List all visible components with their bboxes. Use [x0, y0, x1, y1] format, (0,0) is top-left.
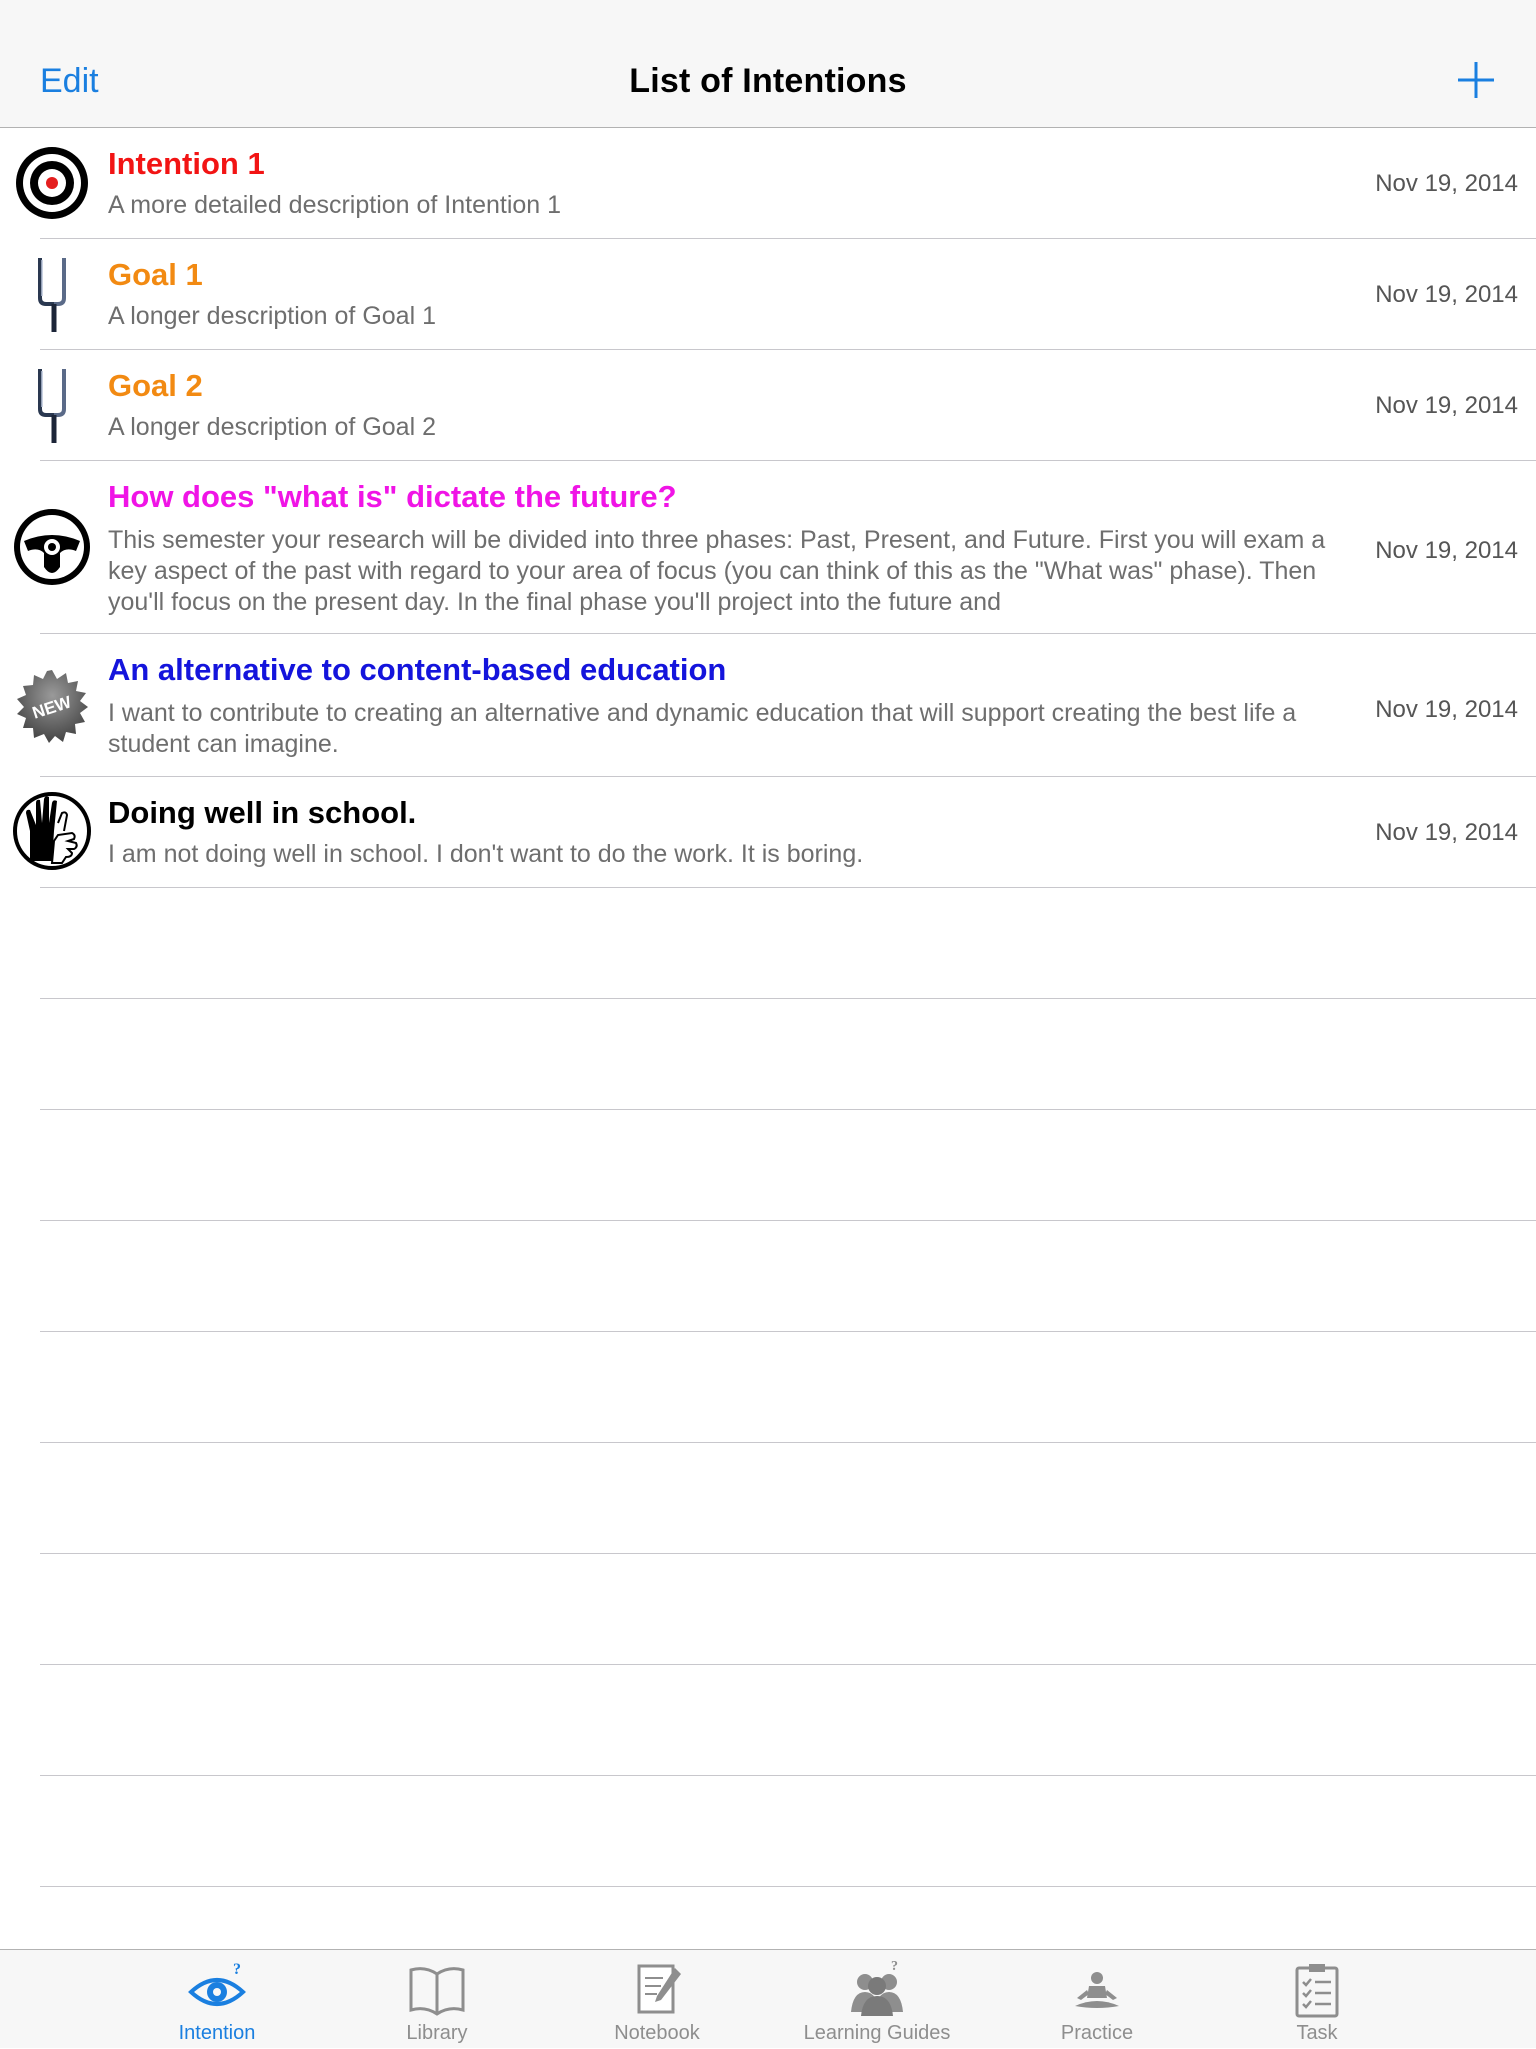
tab-library[interactable]: Library: [327, 1950, 547, 2049]
empty-row: [40, 1776, 1536, 1887]
empty-row: [40, 1332, 1536, 1443]
intention-date: Nov 19, 2014: [1375, 696, 1518, 723]
list-item[interactable]: Goal 2 A longer description of Goal 2 No…: [0, 350, 1536, 461]
page-title: List of Intentions: [629, 62, 907, 100]
intention-date: Nov 19, 2014: [1375, 170, 1518, 197]
open-book-icon: [409, 1967, 465, 2016]
svg-text:?: ?: [891, 1960, 898, 1974]
notebook-pencil-icon: [637, 1964, 681, 2014]
intention-title: Intention 1: [108, 146, 265, 181]
tab-label: Learning Guides: [803, 2022, 951, 2044]
svg-text:?: ?: [233, 1961, 241, 1978]
intention-description: A more detailed description of Intention…: [108, 191, 562, 219]
intentions-list: Intention 1 A more detailed description …: [0, 128, 1536, 1887]
intention-title: Goal 2: [108, 368, 203, 403]
tab-label: Practice: [1060, 2022, 1134, 2044]
empty-row: [40, 1665, 1536, 1776]
intention-title: How does "what is" dictate the future?: [108, 479, 677, 514]
empty-row: [40, 1554, 1536, 1665]
plus-icon[interactable]: [1456, 60, 1496, 100]
tab-bar: ? Intention Library Notebook ? Learning …: [0, 1949, 1536, 2048]
navigation-bar: Edit List of Intentions: [0, 0, 1536, 128]
empty-row: [40, 1443, 1536, 1554]
empty-row: [40, 999, 1536, 1110]
meditation-icon: [1075, 1972, 1119, 2008]
tab-learning-guides[interactable]: ? Learning Guides: [767, 1950, 987, 2049]
tab-task[interactable]: Task: [1207, 1950, 1427, 2049]
raised-hands-icon: [13, 792, 91, 870]
clipboard-checklist-icon: [1295, 1964, 1339, 2018]
list-item[interactable]: How does "what is" dictate the future? T…: [0, 461, 1536, 634]
steering-wheel-icon: [14, 509, 90, 585]
empty-row: [40, 1221, 1536, 1332]
empty-row: [40, 888, 1536, 999]
intention-date: Nov 19, 2014: [1375, 281, 1518, 308]
list-item[interactable]: Goal 1 A longer description of Goal 1 No…: [0, 239, 1536, 350]
intention-description: I want to contribute to creating an alte…: [108, 699, 1297, 758]
intention-date: Nov 19, 2014: [1375, 392, 1518, 419]
goalpost-icon: [38, 369, 66, 443]
eye-question-icon: ?: [188, 1961, 246, 2006]
tab-notebook[interactable]: Notebook: [547, 1950, 767, 2049]
list-item[interactable]: Intention 1 A more detailed description …: [0, 128, 1536, 239]
people-group-icon: ?: [851, 1960, 903, 2016]
tab-label: Intention: [178, 2022, 256, 2044]
tab-label: Task: [1296, 2022, 1338, 2044]
tab-intention[interactable]: ? Intention: [107, 1950, 327, 2049]
intention-description: I am not doing well in school. I don't w…: [108, 840, 864, 868]
intention-description: A longer description of Goal 1: [108, 302, 436, 330]
intention-date: Nov 19, 2014: [1375, 819, 1518, 846]
list-item[interactable]: Doing well in school. I am not doing wel…: [0, 777, 1536, 888]
intention-title: Doing well in school.: [108, 795, 417, 830]
tab-practice[interactable]: Practice: [987, 1950, 1207, 2049]
new-badge-icon: NEW: [17, 670, 88, 743]
intention-title: An alternative to content-based educatio…: [108, 652, 727, 687]
goalpost-icon: [38, 258, 66, 332]
tab-label: Library: [406, 2022, 468, 2044]
target-icon: [16, 147, 88, 219]
tab-label: Notebook: [614, 2022, 700, 2044]
intention-title: Goal 1: [108, 257, 203, 292]
list-item[interactable]: NEW An alternative to content-based educ…: [0, 634, 1536, 777]
intention-description: A longer description of Goal 2: [108, 413, 436, 441]
empty-row: [40, 1110, 1536, 1221]
intention-date: Nov 19, 2014: [1375, 537, 1518, 564]
intention-description: This semester your research will be divi…: [108, 526, 1326, 616]
